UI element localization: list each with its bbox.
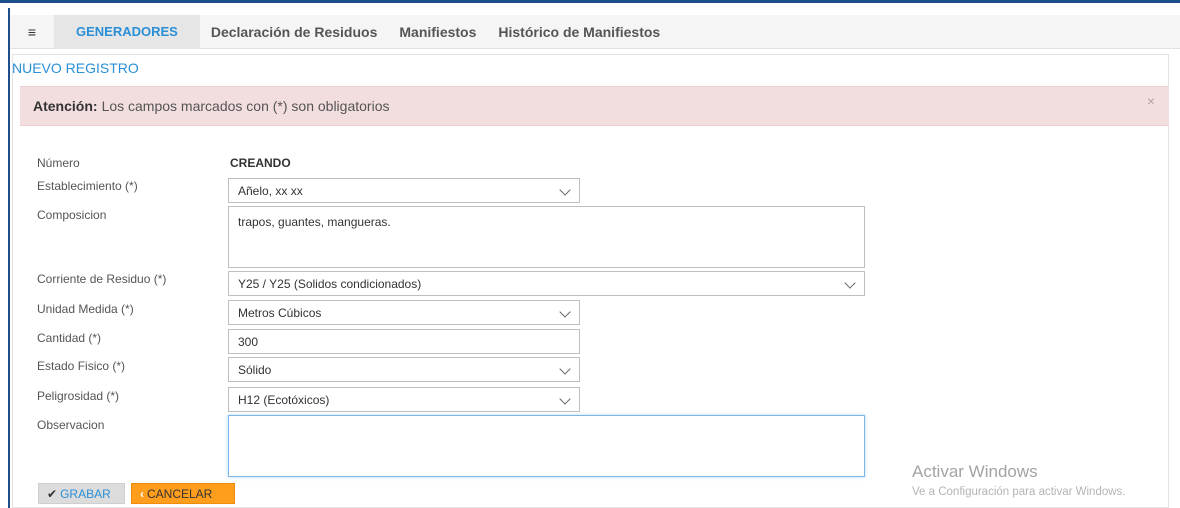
chevron-down-icon — [559, 306, 571, 318]
save-button[interactable]: ✔ GRABAR — [38, 483, 125, 504]
label-composicion: Composicion — [37, 208, 107, 222]
alert-strong-label: Atención: — [33, 98, 98, 114]
corriente-residuo-select[interactable]: Y25 / Y25 (Solidos condicionados) — [228, 271, 865, 296]
composicion-textarea[interactable]: trapos, guantes, mangueras. — [228, 206, 865, 268]
cantidad-input[interactable]: 300 — [228, 329, 580, 354]
required-fields-alert: Atención: Los campos marcados con (*) so… — [20, 86, 1169, 126]
tab-manifiestos[interactable]: Manifiestos — [388, 15, 487, 49]
label-corriente-residuo: Corriente de Residuo (*) — [37, 272, 167, 286]
chevron-left-icon: ‹ — [140, 486, 144, 501]
activation-watermark-subtitle: Ve a Configuración para activar Windows. — [912, 486, 1126, 498]
panel-title: NUEVO REGISTRO — [12, 60, 139, 76]
numero-value: CREANDO — [230, 156, 291, 170]
tab-declaracion-residuos[interactable]: Declaración de Residuos — [200, 15, 389, 49]
label-numero: Número — [37, 156, 80, 170]
peligrosidad-select[interactable]: H12 (Ecotóxicos) — [228, 387, 580, 412]
estado-fisico-select[interactable]: Sólido — [228, 357, 580, 382]
label-observacion: Observacion — [37, 418, 105, 432]
unidad-medida-selected: Metros Cúbicos — [238, 306, 322, 320]
estado-fisico-selected: Sólido — [238, 363, 272, 377]
label-estado-fisico: Estado Fisico (*) — [37, 359, 126, 373]
chevron-down-icon — [559, 363, 571, 375]
chevron-down-icon — [559, 393, 571, 405]
tab-generadores[interactable]: GENERADORES — [54, 14, 200, 49]
establecimiento-select[interactable]: Añelo, xx xx — [228, 178, 580, 203]
window-top-border — [0, 0, 1180, 8]
label-cantidad: Cantidad (*) — [37, 331, 102, 345]
label-unidad-medida: Unidad Medida (*) — [37, 302, 134, 316]
hamburger-icon[interactable]: ≡ — [10, 15, 54, 49]
alert-message: Los campos marcados con (*) son obligato… — [101, 98, 390, 114]
label-establecimiento: Establecimiento (*) — [37, 179, 138, 193]
establecimiento-selected: Añelo, xx xx — [238, 184, 303, 198]
close-icon[interactable]: × — [1147, 93, 1155, 109]
peligrosidad-selected: H12 (Ecotóxicos) — [238, 393, 330, 407]
save-button-label: GRABAR — [60, 486, 111, 501]
activation-watermark-title: Activar Windows — [912, 462, 1038, 481]
unidad-medida-select[interactable]: Metros Cúbicos — [228, 300, 580, 325]
label-peligrosidad: Peligrosidad (*) — [37, 389, 120, 403]
corriente-residuo-selected: Y25 / Y25 (Solidos condicionados) — [238, 277, 422, 291]
top-navbar: ≡ GENERADORES Declaración de Residuos Ma… — [10, 14, 1180, 49]
observacion-textarea[interactable] — [228, 415, 865, 477]
checkmark-icon: ✔ — [47, 486, 58, 501]
chevron-down-icon — [844, 277, 856, 289]
cancel-button-label: CANCELAR — [147, 486, 213, 501]
cancel-button[interactable]: ‹ CANCELAR — [131, 483, 235, 504]
chevron-down-icon — [559, 184, 571, 196]
tab-historico-manifiestos[interactable]: Histórico de Manifiestos — [487, 15, 671, 49]
